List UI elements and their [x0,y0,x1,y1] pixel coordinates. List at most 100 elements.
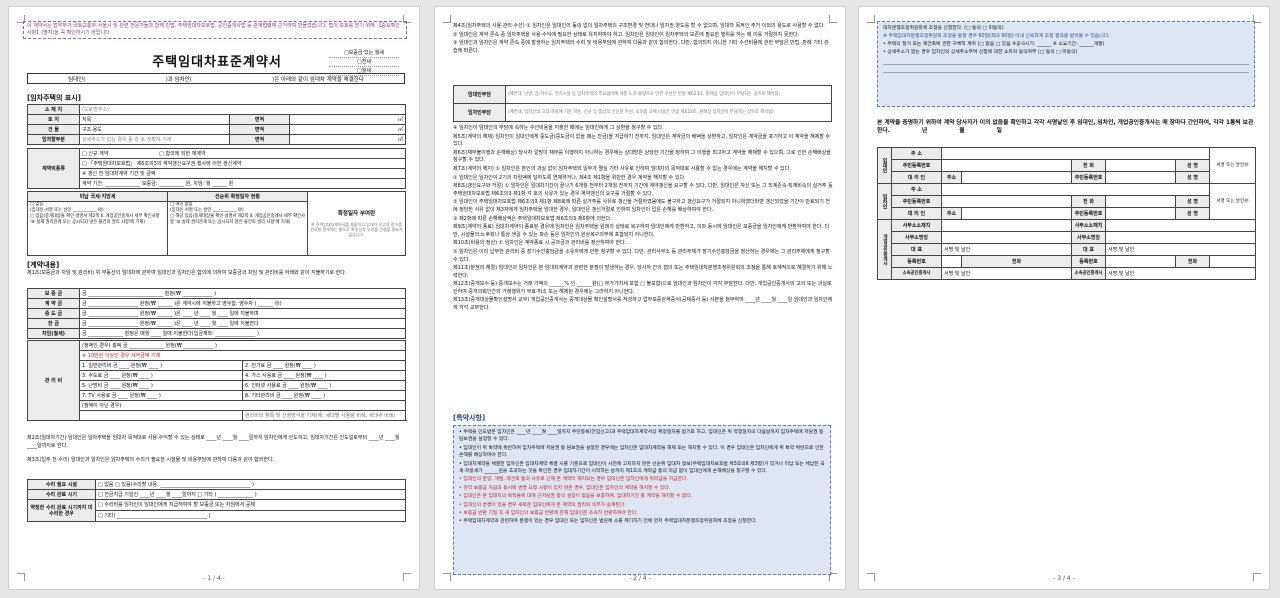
checkbox-option[interactable]: □ 없음 □ 있음(수리할 내용: [98,482,159,488]
id-number-field[interactable] [1105,207,1176,220]
table-row: 대 표 서명 및 날인 대 표 서명 및 날인 [878,243,1256,256]
paragraph: ④ 임차인이 임대인의 부담에 속하는 수선비용을 지출한 때에는 임대인에게 … [453,125,664,131]
table-cell[interactable]: 7. TV 사용료 금 ____ 원정(₩ ____ ) [79,390,243,401]
table-header-cell: 계 약 금 [27,298,80,309]
table-cell[interactable]: 금 ____________________ 원정(₩ ______ )은 계약… [79,298,406,309]
table-cell[interactable]: 지목 [79,114,230,125]
paragraph: 제4조(임차주택의 사용·관리·수선) ① 임차인은 임대인의 동의 없이 임차… [453,23,825,29]
id-number-field[interactable] [941,195,1072,208]
table-header-cell: 수리 완료 시기 [27,489,96,500]
table-cell[interactable]: ㎡ [288,114,407,125]
special-term: • 주택임대차계약과 관련하여 분쟁이 있는 경우 임대인 또는 임차인은 법원… [459,519,757,525]
date-stamp-label: 확정일자 부여란 [337,211,376,217]
checkbox-option[interactable]: □ 있음(중개대상물 확인·설명서 제2쪽 Ⅱ. 개업공인중개사 세부 확인사항… [30,214,165,226]
signature-field[interactable]: 서명 및 날인 [941,243,1072,256]
address-field[interactable] [961,171,1072,184]
table-cell[interactable]: □ 잔금지급 기일인 ____년 ____월 ____일까지 □ 기타 ( __… [95,489,406,500]
table-cell[interactable]: □ 없음 □ 있음(수리할 내용: ______________________… [95,479,406,490]
id-number-field[interactable] [941,159,1072,172]
table-cell[interactable]: 8. 기타관리비 금 ____ 원정(₩ ____ ) [241,390,407,401]
table-cell[interactable]: □ 없음 (임대인 서명 또는 날인 ___________ ㊞) □ 있음(중… [27,201,168,256]
field-label: 일에 지불한다(입금계좌: [162,330,214,337]
table-cell[interactable]: 2. 전기료 금 ____ 원정(₩ ____ ) [241,360,407,371]
table-cell[interactable]: □ 신규 계약 □ 합의에 의한 재계약 [79,148,406,159]
table-cell[interactable]: 구조·용도 [79,124,230,135]
table-row: 임대인부담 (예컨대, 난방, 상·하수도, 전기시설 등 임차주택의 주요설비… [453,85,832,104]
signature-field[interactable]: 서명 및 날인 [1105,243,1256,256]
address-field[interactable] [941,183,1210,196]
table-header-cell: 사무소명칭 [1071,231,1106,244]
table-cell[interactable]: 금 ______________ 원정은 매월 ____ 일에 지불한다(입금계… [79,328,406,339]
address-field[interactable] [941,147,1210,160]
clause-1: 제1조(보증금과 차임 및 관리비) 위 부동산의 임대차에 관하여 임대인과 … [27,270,347,276]
table-header-cell: 면적 [229,124,290,135]
table-header-cell: 면적 [229,114,290,125]
table-cell[interactable]: 1. 일반관리비 금 ____ 원정(₩ ____ ) [79,360,243,371]
table-header-cell: 임차인부담 [453,103,506,122]
table-cell[interactable]: 금 ____________________ 원정(₩ ______ )은 __… [79,318,406,329]
signature-field[interactable]: 서명 및 날인 [1105,267,1256,280]
table-row: 소속공인중개사 서명 및 날인 소속공인중개사 서명 및 날인 [878,267,1256,280]
special-term: • 임대인은 본 임대차의 목적물에 대해 근저당권 등의 설정이 없음을 보증… [459,494,693,500]
contract-title: 주택임대차표준계약서 [152,55,282,70]
table-cell[interactable]: 4. 가스 사용료 금 ____ 원정(₩ ____ ) [241,370,407,381]
table-cell[interactable]: 5. 난방비 금 ____ 원정(₩ ____ ) [79,380,243,391]
table-cell[interactable]: 3. 수도료 금 ____ 원정(₩ ____ ) [79,370,243,381]
registration-field[interactable] [941,255,962,268]
registration-field[interactable] [1105,255,1176,268]
signature-field[interactable]: 서명 및 날인 [941,267,1072,280]
table-cell[interactable]: 관리비의 항목 및 산정방식을 기재(예: 세대별 사용량 비례, 세대수 비례… [241,410,407,421]
field-label: 년 [193,320,199,327]
table-cell[interactable]: (예컨대, 난방, 상·하수도, 전기시설 등 임차주택의 주요설비에 대한 노… [505,85,832,104]
phone-field[interactable] [1105,195,1176,208]
table-cell[interactable]: (도로명주소) [78,104,407,115]
table-cell[interactable]: ㎡ [288,134,407,145]
id-number-field[interactable] [1105,171,1176,184]
phone-field[interactable] [1105,159,1176,172]
field-label: 일에 지불하며 [229,310,259,317]
table-cell[interactable]: 금 ____________________ 원정(₩ ______ )은 __… [79,308,406,319]
signature-box[interactable]: 서명 또는 날인㊞ [1209,147,1256,184]
checkbox-option[interactable]: □ 해당 있음(중개대상물 확인·설명서 제2쪽 Ⅱ. 개업공인중개사 세부 확… [170,214,305,226]
field-label: 원정(₩ [129,392,146,399]
table-cell[interactable]: ㎡ [288,124,407,135]
table-row: 차임(월세) 금 ______________ 원정은 매월 ____ 일에 지… [27,328,406,339]
table-header-cell: 주 소 [891,183,942,196]
table-header-cell: 약정한 수리 완료 시기까지 미 수리한 경우 [27,499,96,522]
table-cell[interactable]: □ 해당 없음 (임대인 서명 또는 날인 ___________ ㊞) □ 해… [167,201,308,256]
special-terms-continued[interactable]: 대차분쟁조정위원회에 조정을 신청한다. (□ 동의 □ 미동의) ※ 주택임대… [877,21,1255,107]
property-table: 소 재 지 (도로명주소) 토 지 지목 면적 ㎡ 건 물 구조·용도 면적 ㎡… [27,104,407,145]
table-row: 미납 국세·지방세 선순위 확정일자 현황 확정일자 부여란 ※ 주택임대차계약… [27,191,406,256]
fee-item-label: 1. 일반관리비 [82,362,112,369]
field-label: 금 [275,392,281,399]
special-terms-box[interactable]: • 주택을 인도받은 임차인은 ____년 ____월 ____일까지 주민등록… [453,425,831,575]
checkbox-option[interactable]: □ 합의에 의한 재계약 [159,151,205,157]
checkbox-option[interactable]: □ 「주택임대차보호법」 제6조의3의 계약갱신요구권 행사에 의한 갱신계약 [79,158,406,169]
office-address-field[interactable] [1105,219,1256,232]
signature-box[interactable]: 서명 또는 날인㊞ [1209,183,1256,220]
table-cell[interactable]: (예컨대, 임차인의 고의·과실에 기한 파손, 전구 등 통상의 간단한 수선… [505,103,832,122]
field-label: 월 [211,310,217,317]
field-label: ) [150,382,153,389]
table-row: 약정한 수리 완료 시기까지 미 수리한 경우 □ 수리비를 임차인이 임대인에… [27,499,406,522]
table-cell[interactable]: (정액인 경우) 총액 금 ______________ 원정(₩ ______… [78,340,407,351]
address-field[interactable] [961,207,1072,220]
checkbox-option[interactable]: □ 기타( [98,513,115,519]
table-cell[interactable]: □ 기타( __________________________________… [95,510,406,522]
table-header-cell: 임대인부담 [453,85,506,104]
table-cell[interactable]: 상세주소가 있는 경우 동·층·호 정확히 기재 [79,134,230,145]
office-name-field[interactable] [941,231,1072,244]
office-name-field[interactable] [1105,231,1256,244]
phone-field[interactable] [1209,255,1256,268]
table-row: 5. 난방비 금 ____ 원정(₩ ____ ) 6. 인터넷 사용료 금 _… [28,380,407,391]
table-cell[interactable]: 6. 인터넷 사용료 금 ____ 원정(₩ ____ ) [241,380,407,391]
checkbox-option[interactable]: □ 잔금지급 기일인 ____년 ____월 ____일까지 □ 기타 ( [98,492,217,498]
table-header-cell: 소속공인중개사 [891,267,942,280]
office-address-field[interactable] [941,219,1072,232]
field-label: 원정(₩ [295,372,312,379]
checkbox-option[interactable]: □ 신규 계약 [82,151,108,157]
table-cell[interactable]: 금 ______________________________ 원정(₩ __… [79,288,406,299]
table-cell[interactable]: 계약 기간: ______________ 보증금: __________ 원,… [79,178,406,189]
checkbox-option[interactable]: □ 수리비를 임차인이 임대인에게 지급하여야 할 보증금 또는 차임에서 공제 [95,499,406,511]
fee-item-label: 8. 기타관리비 [245,392,275,399]
